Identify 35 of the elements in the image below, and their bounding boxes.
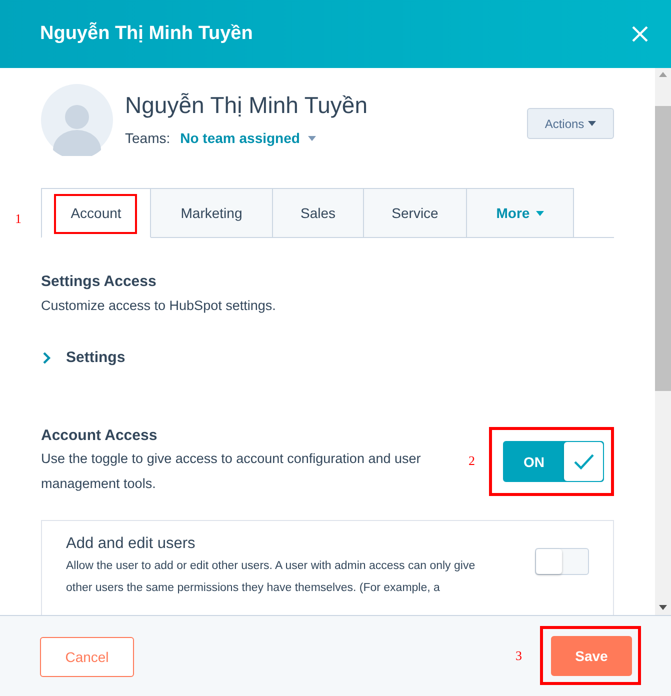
permission-description: Allow the user to add or edit other users. A user with admin access can only give other users the same permissions they have themselves. (For example, a — [66, 559, 476, 596]
scrollbar-thumb[interactable] — [655, 106, 671, 391]
save-button[interactable]: Save — [551, 636, 632, 676]
check-icon — [572, 452, 594, 471]
section-description: Customize access to HubSpot settings. — [41, 298, 277, 313]
toggle-switch[interactable]: ON — [503, 441, 604, 482]
section-description: Use the toggle to give access to account configuration and user management tools. — [41, 450, 422, 493]
scrollbar[interactable] — [655, 68, 671, 615]
section-title: Account Access — [41, 427, 158, 444]
teams-label: Teams: — [125, 130, 170, 146]
actions-button[interactable]: Actions — [527, 108, 614, 139]
scroll-up-icon — [659, 72, 667, 77]
scroll-down-icon — [659, 605, 667, 610]
cancel-button[interactable]: Cancel — [40, 637, 134, 677]
caret-icon — [536, 210, 544, 216]
tab[interactable]: Marketing — [151, 188, 273, 238]
callout-number: 1 — [15, 211, 22, 227]
teams-dropdown[interactable]: No team assigned — [180, 130, 316, 146]
close-button[interactable] — [631, 25, 649, 43]
permission-title: Add and edit users — [66, 535, 196, 553]
tab[interactable]: More — [467, 188, 574, 238]
settings-expander[interactable]: Settings — [41, 349, 126, 366]
tab[interactable]: Sales — [273, 188, 364, 238]
window-title: Nguyễn Thị Minh Tuyền — [40, 23, 253, 45]
caret-icon — [588, 121, 596, 126]
avatar-icon — [41, 84, 113, 156]
callout-number: 3 — [516, 648, 522, 664]
callout-number: 2 — [468, 452, 475, 468]
user-name: Nguyễn Thị Minh Tuyền — [125, 92, 368, 119]
caret-icon — [308, 136, 316, 140]
close-icon — [631, 25, 649, 43]
tab[interactable]: Account — [41, 188, 151, 238]
toggle-switch[interactable] — [535, 548, 589, 575]
tab[interactable]: Service — [364, 188, 467, 238]
section-title: Settings Access — [41, 273, 158, 290]
